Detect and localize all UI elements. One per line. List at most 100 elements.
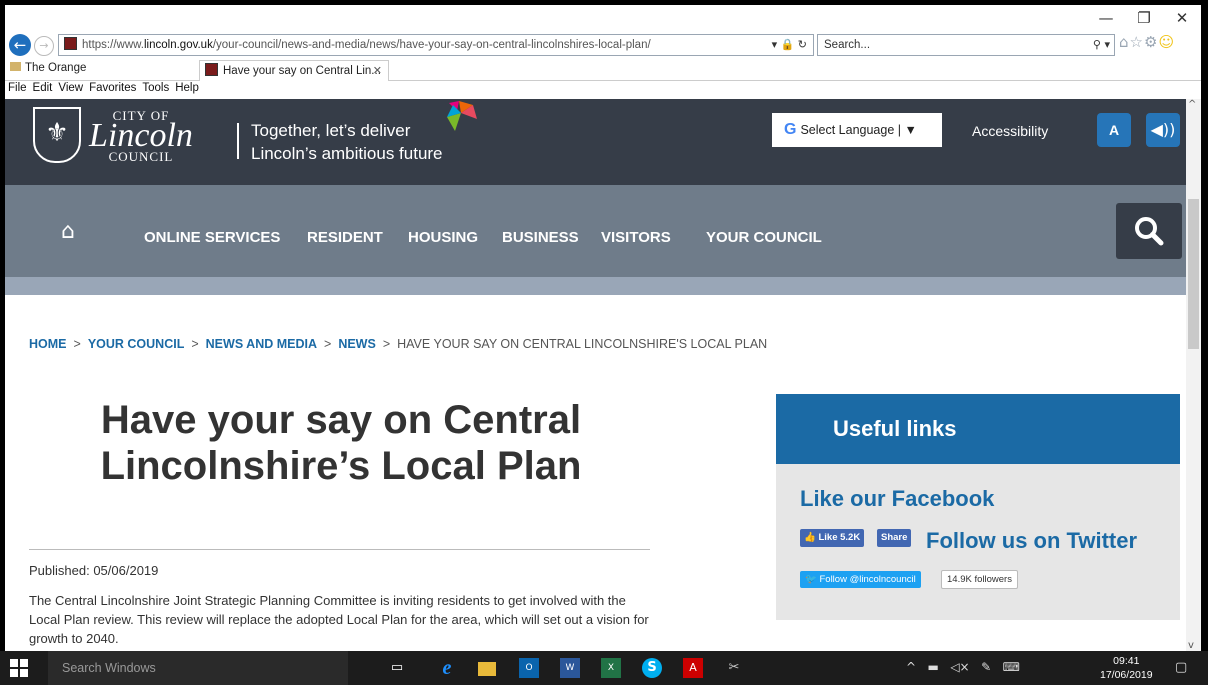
council-crest-icon[interactable]: ⚜	[33, 107, 81, 163]
breadcrumb-separator: >	[382, 337, 391, 351]
minimize-button[interactable]: —	[1087, 7, 1125, 29]
windows-start-icon[interactable]	[10, 659, 28, 677]
restore-button[interactable]: ❐	[1125, 7, 1163, 29]
notifications-icon[interactable]: ▢	[1175, 660, 1187, 675]
tagline: Together, let’s deliver Lincoln’s ambiti…	[251, 119, 443, 165]
facebook-like-button[interactable]: 👍 Like 5.2K	[800, 529, 865, 547]
tray-chevron-icon[interactable]: ^	[906, 660, 916, 674]
outlook-icon[interactable]: O	[519, 658, 539, 678]
address-row: ← → https://www.lincoln.gov.uk/your-coun…	[5, 33, 1201, 57]
settings-gear-icon[interactable]: ⚙	[1144, 33, 1158, 51]
site-header: ⚜ CITY OF Lincoln COUNCIL Together, let’…	[5, 99, 1201, 185]
search-icon[interactable]: ⚲ ▾	[1093, 35, 1110, 55]
menu-help[interactable]: Help	[175, 82, 199, 94]
tab-active[interactable]: Have your say on Central Lin... ✕	[199, 60, 389, 81]
tagline-line-2: Lincoln’s ambitious future	[251, 144, 443, 163]
url-prefix: https://www.	[82, 39, 144, 51]
breadcrumb-your-council[interactable]: YOUR COUNCIL	[88, 337, 185, 351]
breadcrumb-home[interactable]: HOME	[29, 337, 67, 351]
tab-favicon-icon	[10, 62, 21, 71]
forward-button[interactable]: →	[34, 36, 54, 56]
page-scrollbar[interactable]: ^ v	[1186, 99, 1201, 651]
nav-visitors[interactable]: VISITORS	[601, 229, 671, 246]
menu-favorites[interactable]: Favorites	[89, 82, 136, 94]
google-g-icon: G	[784, 121, 797, 138]
tab-favicon-icon	[205, 63, 218, 77]
tab-strip: The Orange Have your say on Central Lin.…	[5, 60, 1201, 81]
tab-label: Have your say on Central Lin...	[223, 65, 381, 77]
main-nav: ⌂ ONLINE SERVICES RESIDENT HOUSING BUSIN…	[5, 185, 1201, 277]
breadcrumb-current: HAVE YOUR SAY ON CENTRAL LINCOLNSHIRE'S …	[397, 337, 768, 351]
site-search-button[interactable]	[1116, 203, 1182, 259]
favorites-star-icon[interactable]: ☆	[1130, 33, 1144, 51]
site-logo[interactable]: CITY OF Lincoln COUNCIL	[89, 109, 193, 164]
scrollbar-thumb[interactable]	[1188, 199, 1199, 349]
address-bar[interactable]: https://www.lincoln.gov.uk/your-council/…	[58, 34, 814, 56]
snipping-tool-icon[interactable]: ✂	[724, 658, 744, 678]
keyboard-icon[interactable]: ⌨	[1003, 660, 1020, 674]
speaker-icon[interactable]: ◀))	[1146, 113, 1180, 147]
pen-icon[interactable]: ✎	[981, 660, 991, 674]
url-path: /your-council/news-and-media/news/have-y…	[212, 39, 651, 51]
facebook-share-button[interactable]: Share	[877, 529, 912, 547]
task-view-icon[interactable]: ▭	[387, 658, 407, 678]
published-date: Published: 05/06/2019	[29, 563, 159, 578]
site-favicon-icon	[64, 37, 77, 51]
tagline-petals-icon	[447, 101, 477, 131]
window-controls: — ❐ ✕	[1087, 7, 1201, 29]
breadcrumb-news[interactable]: NEWS	[338, 337, 376, 351]
home-icon[interactable]: ⌂	[61, 219, 75, 244]
browser-search-input[interactable]: Search... ⚲ ▾	[817, 34, 1115, 56]
nav-your-council[interactable]: YOUR COUNCIL	[706, 229, 822, 246]
useful-links-header: Useful links	[776, 394, 1180, 464]
browser-window: — ❐ ✕ ← → https://www.lincoln.gov.uk/you…	[5, 5, 1201, 651]
tab-label: The Orange	[25, 62, 87, 74]
close-button[interactable]: ✕	[1163, 7, 1201, 29]
back-button[interactable]: ←	[9, 34, 31, 56]
accessibility-link[interactable]: Accessibility	[972, 123, 1048, 139]
menu-tools[interactable]: Tools	[142, 82, 169, 94]
url-controls[interactable]: ▾ 🔒 ↻	[772, 35, 807, 55]
word-icon[interactable]: W	[560, 658, 580, 678]
tab-the-orange[interactable]: The Orange	[10, 62, 86, 74]
facebook-link[interactable]: Like our Facebook	[800, 486, 994, 512]
nav-resident[interactable]: RESIDENT	[307, 229, 383, 246]
excel-icon[interactable]: X	[601, 658, 621, 678]
skype-icon[interactable]: S	[642, 658, 662, 678]
nav-online-services[interactable]: ONLINE SERVICES	[144, 229, 280, 246]
twitter-bird-icon: 🐦	[805, 574, 817, 585]
twitter-link[interactable]: Follow us on Twitter	[926, 528, 1137, 554]
scroll-down-icon[interactable]: v	[1188, 640, 1194, 651]
home-icon[interactable]: ⌂	[1119, 33, 1130, 51]
menu-view[interactable]: View	[58, 82, 83, 94]
title-line-2: Lincolnshire’s Local Plan	[100, 444, 582, 488]
nav-business[interactable]: BUSINESS	[502, 229, 579, 246]
scroll-up-icon[interactable]: ^	[1188, 99, 1196, 110]
text-size-button[interactable]: A	[1097, 113, 1131, 147]
acrobat-icon[interactable]: A	[683, 658, 703, 678]
smiley-icon[interactable]: ☺	[1158, 33, 1175, 51]
battery-icon[interactable]: ▬	[928, 660, 939, 674]
close-tab-icon[interactable]: ✕	[373, 61, 382, 81]
useful-links-panel: Useful links Like our Facebook 👍 Like 5.…	[776, 394, 1180, 620]
twitter-follow-button[interactable]: 🐦 Follow @lincolncouncil	[800, 571, 921, 588]
breadcrumb-news-and-media[interactable]: NEWS AND MEDIA	[206, 337, 317, 351]
menu-edit[interactable]: Edit	[33, 82, 53, 94]
menu-file[interactable]: File	[8, 82, 27, 94]
file-explorer-icon[interactable]	[478, 662, 496, 676]
thumbs-up-icon: 👍	[804, 532, 816, 543]
twitter-followers-count: 14.9K followers	[941, 570, 1018, 589]
language-select[interactable]: G Select Language | ▼	[772, 113, 942, 147]
windows-taskbar: Search Windows ▭ e O W X S A ✂ ^ ▬ ◁× ✎ …	[0, 651, 1208, 685]
taskbar-clock[interactable]: 09:41 17/06/2019	[1100, 654, 1153, 682]
taskbar-search-placeholder: Search Windows	[62, 661, 156, 675]
tw-follow-label: Follow @lincolncouncil	[819, 574, 916, 585]
internet-explorer-icon[interactable]: e	[437, 658, 457, 678]
logo-divider	[237, 123, 239, 159]
clock-date: 17/06/2019	[1100, 669, 1153, 681]
taskbar-search[interactable]: Search Windows	[48, 651, 348, 685]
nav-housing[interactable]: HOUSING	[408, 229, 478, 246]
title-divider	[29, 549, 650, 550]
volume-icon[interactable]: ◁×	[950, 660, 969, 674]
language-label: Select Language	[800, 123, 895, 137]
